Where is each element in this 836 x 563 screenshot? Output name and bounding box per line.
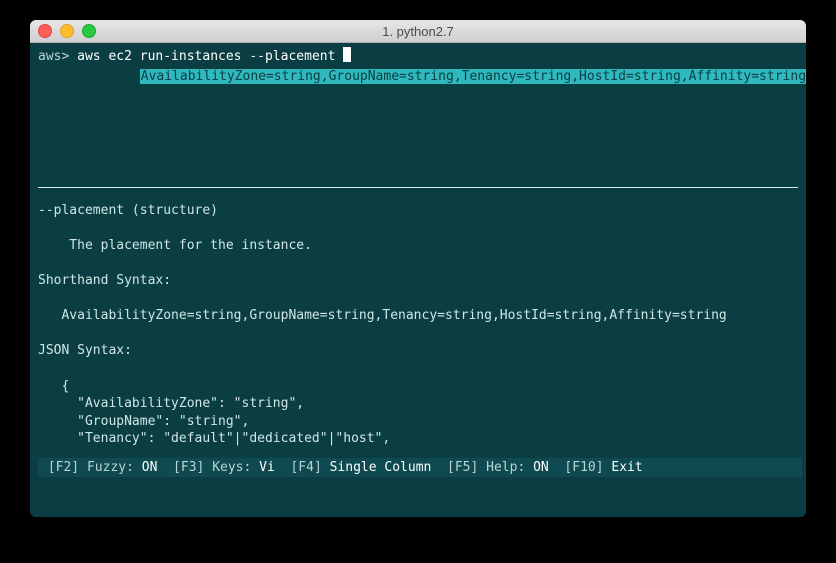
f3-label: [F3] Keys:	[157, 460, 259, 475]
blank	[38, 360, 798, 378]
command-line[interactable]: aws> aws ec2 run-instances --placement	[38, 47, 798, 66]
blank	[38, 290, 798, 308]
help-description: The placement for the instance.	[38, 237, 798, 255]
shorthand-label: Shorthand Syntax:	[38, 272, 798, 290]
terminal-window: 1. python2.7 aws> aws ec2 run-instances …	[30, 20, 806, 517]
json-line: "GroupName": "string",	[38, 413, 798, 431]
blank	[38, 325, 798, 343]
f3-value[interactable]: Vi	[259, 460, 275, 475]
help-panel: --placement (structure) The placement fo…	[38, 188, 798, 448]
json-line: {	[38, 378, 798, 396]
f5-value[interactable]: ON	[533, 460, 549, 475]
f10-value[interactable]: Exit	[611, 460, 642, 475]
f2-label: [F2] Fuzzy:	[40, 460, 142, 475]
blank	[38, 220, 798, 238]
traffic-lights	[30, 24, 96, 38]
spacer	[38, 85, 798, 187]
f4-label: [F4]	[275, 460, 330, 475]
help-header: --placement (structure)	[38, 202, 798, 220]
json-line: "AvailabilityZone": "string",	[38, 395, 798, 413]
f5-label: [F5] Help:	[431, 460, 533, 475]
json-line: "Tenancy": "default"|"dedicated"|"host",	[38, 430, 798, 448]
suggestion-indent	[38, 69, 140, 84]
blank	[38, 255, 798, 273]
status-bar: [F2] Fuzzy: ON [F3] Keys: Vi [F4] Single…	[38, 456, 798, 484]
prompt-label: aws>	[38, 49, 69, 64]
window-title: 1. python2.7	[30, 24, 806, 39]
f10-label: [F10]	[549, 460, 612, 475]
f4-value[interactable]: Single Column	[330, 460, 432, 475]
zoom-icon[interactable]	[82, 24, 96, 38]
cursor-icon	[343, 47, 351, 62]
f2-value[interactable]: ON	[142, 460, 158, 475]
shorthand-value: AvailabilityZone=string,GroupName=string…	[38, 307, 798, 325]
terminal-body[interactable]: aws> aws ec2 run-instances --placement A…	[30, 43, 806, 517]
json-label: JSON Syntax:	[38, 342, 798, 360]
autocomplete-suggestion[interactable]: AvailabilityZone=string,GroupName=string…	[38, 68, 798, 86]
minimize-icon[interactable]	[60, 24, 74, 38]
close-icon[interactable]	[38, 24, 52, 38]
suggestion-text: AvailabilityZone=string,GroupName=string…	[140, 69, 806, 84]
titlebar: 1. python2.7	[30, 20, 806, 43]
command-text: aws ec2 run-instances --placement	[77, 49, 343, 64]
